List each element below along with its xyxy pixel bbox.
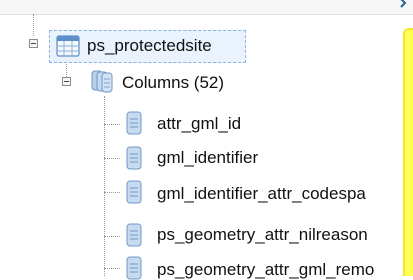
column-icon bbox=[126, 256, 142, 280]
columns-group-label: Columns (52) bbox=[122, 73, 225, 92]
collapse-toggle[interactable] bbox=[29, 39, 38, 48]
columns-icon bbox=[91, 70, 113, 93]
column-label: ps_geometry_attr_nilreason bbox=[157, 225, 368, 244]
tree-connector bbox=[104, 158, 120, 159]
highlight-panel bbox=[403, 28, 413, 276]
column-label: ps_geometry_attr_gml_remo bbox=[157, 260, 375, 279]
column-label: attr_gml_id bbox=[157, 114, 242, 133]
table-icon bbox=[56, 35, 80, 57]
tree-connector bbox=[104, 124, 120, 125]
collapse-toggle[interactable] bbox=[62, 77, 71, 86]
column-icon bbox=[126, 111, 142, 135]
column-label: gml_identifier_attr_codespa bbox=[157, 184, 366, 203]
tree-connector bbox=[104, 96, 105, 276]
table-label: ps_protectedsite bbox=[87, 36, 212, 55]
column-icon bbox=[126, 180, 142, 204]
tree-connector bbox=[104, 268, 120, 269]
tree-connector bbox=[104, 236, 120, 237]
column-label: gml_identifier bbox=[157, 148, 259, 167]
column-icon bbox=[126, 223, 142, 247]
tree-connector bbox=[33, 14, 34, 36]
tree-connector bbox=[104, 192, 120, 193]
object-tree: ps_protectedsite Columns (52) attr_gml_i… bbox=[0, 0, 413, 280]
column-icon bbox=[126, 146, 142, 170]
